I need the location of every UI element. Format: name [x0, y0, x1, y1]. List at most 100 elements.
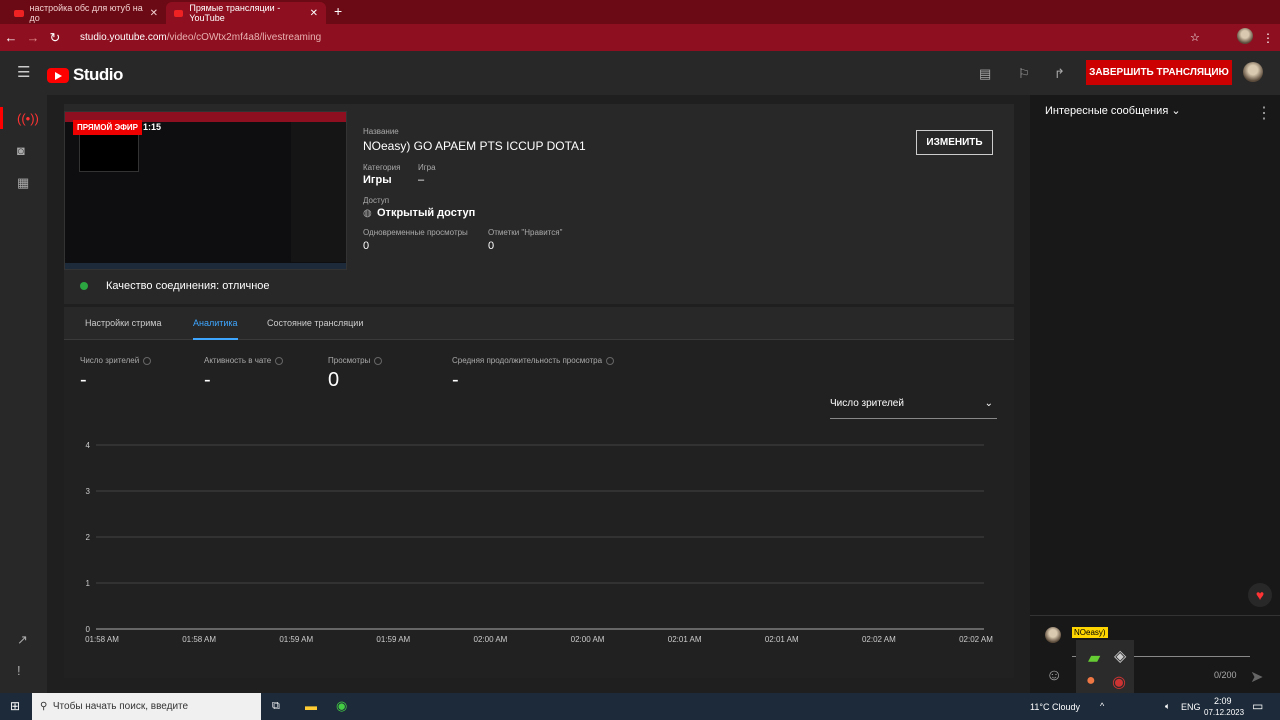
y-tick-label: 1 — [86, 579, 91, 588]
weather[interactable]: 11°C Cloudy — [1030, 702, 1080, 712]
active-indicator — [0, 107, 3, 129]
taskbar-search[interactable]: ⚲ Чтобы начать поиск, введите — [32, 693, 261, 720]
youtube-favicon-icon — [174, 9, 184, 17]
tab-label: настройка обс для ютуб на до — [29, 3, 143, 23]
hamburger-icon[interactable]: ☰ — [17, 63, 30, 81]
y-tick-label: 3 — [86, 487, 91, 496]
taskbar: ⊞ ⚲ Чтобы начать поиск, введите ⧉ ▬ ◉ 11… — [0, 693, 1280, 720]
emoji-icon[interactable]: ☺ — [1046, 667, 1062, 685]
metric-value: - — [80, 369, 87, 391]
category-label: Категория — [363, 163, 401, 172]
y-tick-label: 2 — [86, 533, 91, 542]
heart-reaction-icon[interactable]: ♥ — [1248, 583, 1272, 607]
x-tick-label: 01:59 AM — [279, 635, 313, 644]
chat-filter[interactable]: Интересные сообщения ⌄ — [1045, 104, 1181, 117]
bookmark-icon[interactable]: ⚐ — [1018, 66, 1030, 82]
browser-tab-active[interactable]: Прямые трансляции - YouTube ✕ — [166, 2, 326, 24]
app-tray-icon[interactable]: ◈ — [1114, 646, 1126, 666]
end-stream-button[interactable]: ЗАВЕРШИТЬ ТРАНСЛЯЦИЮ — [1086, 60, 1232, 85]
task-view-icon[interactable]: ⧉ — [272, 700, 280, 713]
feedback-icon[interactable]: ↗ — [17, 632, 28, 648]
metric-label: Число зрителей — [80, 356, 152, 365]
chrome-icon[interactable]: ◉ — [336, 698, 347, 714]
volume-icon[interactable]: 🔈︎ — [1165, 701, 1170, 712]
back-icon[interactable]: ← — [0, 30, 22, 45]
star-icon[interactable]: ☆ — [1190, 31, 1200, 44]
help-icon[interactable] — [143, 356, 152, 365]
help-icon[interactable] — [275, 356, 284, 365]
metric-value: - — [204, 369, 211, 391]
new-tab-icon[interactable]: + — [334, 3, 342, 19]
connection-status: Качество соединения: отличное — [106, 280, 270, 292]
char-counter: 0/200 — [1214, 670, 1237, 680]
search-placeholder: Чтобы начать поиск, введите — [52, 701, 189, 712]
chat-title: Интересные сообщения — [1045, 105, 1169, 117]
youtube-logo-icon — [47, 67, 69, 83]
browser-tab[interactable]: настройка обс для ютуб на до ✕ — [6, 2, 166, 24]
help-icon[interactable] — [606, 356, 615, 365]
studio-header: ☰ Studio ▤ ⚐ ↱ ЗАВЕРШИТЬ ТРАНСЛЯЦИЮ — [0, 51, 1280, 95]
stream-preview[interactable]: ПРЯМОЙ ЭФИР 1:15 — [64, 111, 347, 270]
logo-text: Studio — [73, 65, 123, 84]
chat-panel: Интересные сообщения ⌄ ⋮ ♥ NOeasy) ☺ 0/2… — [1030, 95, 1280, 693]
calendar-icon[interactable]: ▦ — [17, 175, 29, 191]
x-tick-label: 01:59 AM — [376, 635, 410, 644]
concurrent-value: 0 — [363, 240, 370, 252]
access-value: Открытый доступ — [377, 207, 476, 219]
x-tick-label: 02:00 AM — [571, 635, 605, 644]
live-stream-icon[interactable]: ((•)) — [17, 111, 39, 126]
tray-chevron-icon[interactable]: ^ — [1100, 701, 1104, 711]
send-icon[interactable]: ➤ — [1250, 667, 1263, 687]
url-field[interactable]: studio.youtube.com/video/cOWtx2mf4a8/liv… — [80, 32, 321, 43]
reload-icon[interactable]: ↻ — [44, 30, 66, 46]
chevron-down-icon: ⌄ — [984, 398, 993, 409]
notifications-icon[interactable]: ▭ — [1252, 699, 1263, 713]
more-icon[interactable]: ⋮ — [1256, 103, 1272, 123]
y-tick-label: 0 — [86, 625, 91, 634]
youtube-favicon-icon — [14, 9, 24, 17]
report-icon[interactable]: ! — [17, 663, 21, 678]
clock-time[interactable]: 2:09 — [1214, 696, 1232, 706]
metric-label: Активность в чате — [204, 356, 284, 365]
clock-date[interactable]: 07.12.2023 — [1204, 708, 1244, 717]
category-value: Игры — [363, 174, 392, 186]
chart-metric-select[interactable]: Число зрителей ⌄ — [830, 398, 997, 419]
app-tray-icon[interactable]: ◉ — [1112, 672, 1126, 692]
account-avatar[interactable] — [1243, 62, 1263, 82]
tab-analytics[interactable]: Аналитика — [193, 318, 238, 340]
clapperboard-icon[interactable]: ▤ — [979, 66, 991, 82]
share-icon[interactable]: ↱ — [1054, 66, 1065, 82]
nvidia-icon[interactable]: ▰ — [1088, 648, 1100, 668]
url-path: /video/cOWtx2mf4a8/livestreaming — [166, 32, 322, 43]
address-bar: ← → ↻ studio.youtube.com/video/cOWtx2mf4… — [0, 24, 1280, 51]
x-tick-label: 02:02 AM — [862, 635, 896, 644]
edit-button[interactable]: ИЗМЕНИТЬ — [916, 130, 993, 155]
metric-label: Средняя продолжительность просмотра — [452, 356, 615, 365]
game-value: – — [418, 174, 425, 186]
language[interactable]: ENG — [1181, 702, 1201, 712]
access-label: Доступ — [363, 196, 390, 205]
tray-overflow-popup: ▰ ◈ ● ◉ — [1076, 640, 1134, 693]
close-tab-icon[interactable]: ✕ — [150, 8, 158, 19]
url-host: studio.youtube.com — [80, 32, 167, 43]
camera-icon[interactable]: ◙ — [17, 143, 25, 158]
live-badge: ПРЯМОЙ ЭФИР — [73, 120, 142, 135]
windows-start-icon[interactable]: ⊞ — [10, 699, 20, 713]
app-tray-icon[interactable]: ● — [1086, 672, 1096, 690]
user-badge: NOeasy) — [1072, 627, 1108, 638]
tab-stream-health[interactable]: Состояние трансляции — [267, 318, 363, 328]
menu-icon[interactable]: ⋮ — [1262, 31, 1274, 45]
tab-label: Прямые трансляции - YouTube — [189, 3, 281, 23]
close-tab-icon[interactable]: ✕ — [310, 8, 318, 19]
help-icon[interactable] — [374, 356, 383, 365]
file-explorer-icon[interactable]: ▬ — [305, 699, 317, 713]
likes-value: 0 — [488, 240, 495, 252]
tab-stream-settings[interactable]: Настройки стрима — [85, 318, 161, 328]
studio-logo[interactable]: Studio — [47, 65, 123, 85]
select-value: Число зрителей — [830, 398, 904, 409]
chat-avatar — [1045, 627, 1061, 643]
x-tick-label: 01:58 AM — [182, 635, 216, 644]
metric-value: - — [452, 369, 459, 391]
forward-icon[interactable]: → — [22, 30, 44, 45]
profile-avatar[interactable] — [1237, 28, 1253, 44]
